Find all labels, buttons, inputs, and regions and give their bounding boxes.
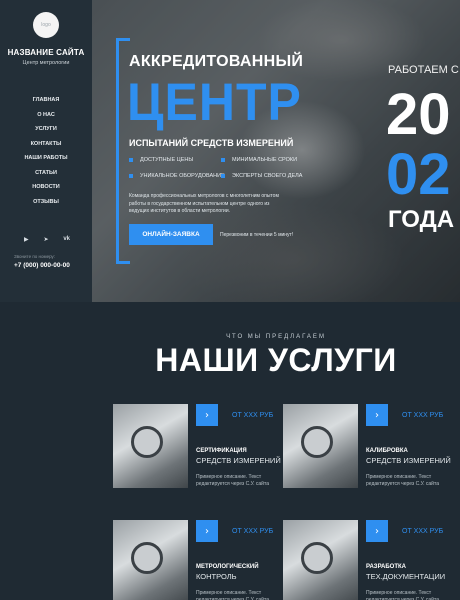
menu-item-articles[interactable]: СТАТЬИ (0, 169, 92, 184)
feature-label: ЭКСПЕРТЫ СВОЕГО ДЕЛА (232, 173, 303, 179)
service-description: Примерное описание. Текст редактируется … (196, 474, 269, 487)
hero-frame-line (116, 38, 120, 264)
works-since-label: РАБОТАЕМ С (388, 64, 459, 76)
hero-description: Команда профессиональных метрологов с мн… (129, 193, 279, 214)
bullet-icon (129, 157, 133, 162)
service-image (113, 520, 188, 600)
feature-label: УНИКАЛЬНОЕ ОБОРУДОВАНИЕ (140, 173, 225, 179)
online-request-button[interactable]: ОНЛАЙН-ЗАЯВКА (129, 224, 213, 245)
site-name: НАЗВАНИЕ САЙТА (7, 48, 85, 57)
years-word: ГОДА (388, 206, 455, 233)
chevron-right-icon[interactable]: › (196, 520, 218, 542)
feature-item: МИНИМАЛЬНЫЕ СРОКИ (221, 157, 297, 163)
social-links: ▶ ➤ vk (24, 236, 70, 243)
service-card[interactable]: › ОТ ХХХ РУБ РАЗРАБОТКА ТЕХ.ДОКУМЕНТАЦИИ… (283, 520, 446, 600)
service-title: КАЛИБРОВКА (366, 448, 408, 454)
site-subtitle: Центр метрологии (22, 60, 70, 66)
year-part2: 02 (386, 142, 451, 207)
hero-section: АККРЕДИТОВАННЫЙ ЦЕНТР ИСПЫТАНИЙ СРЕДСТВ … (92, 0, 460, 302)
chevron-right-icon[interactable]: › (366, 520, 388, 542)
menu-item-works[interactable]: НАШИ РАБОТЫ (0, 154, 92, 169)
service-card[interactable]: › ОТ ХХХ РУБ СЕРТИФИКАЦИЯ СРЕДСТВ ИЗМЕРЕ… (113, 404, 281, 504)
phone-number[interactable]: +7 (000) 000-00-00 (14, 262, 70, 269)
youtube-icon[interactable]: ▶ (24, 236, 29, 243)
menu-item-news[interactable]: НОВОСТИ (0, 183, 92, 198)
site-logo[interactable]: logo (33, 12, 59, 38)
service-subtitle: СРЕДСТВ ИЗМЕРЕНИЙ (366, 456, 451, 465)
service-subtitle: КОНТРОЛЬ (196, 572, 237, 581)
services-caption: ЧТО МЫ ПРЕДЛАГАЕМ (226, 334, 326, 340)
menu-item-contacts[interactable]: КОНТАКТЫ (0, 140, 92, 155)
phone-caption: Звоните по номеру: (14, 254, 56, 259)
feature-item: ДОСТУПНЫЕ ЦЕНЫ (129, 157, 193, 163)
service-price: ОТ ХХХ РУБ (402, 528, 444, 535)
hero-frame-top (116, 38, 130, 41)
chevron-right-icon[interactable]: › (196, 404, 218, 426)
service-title: РАЗРАБОТКА (366, 564, 407, 570)
hero-frame-bottom (116, 261, 130, 264)
menu-item-about[interactable]: О НАС (0, 111, 92, 126)
service-image (283, 520, 358, 600)
bullet-icon (221, 173, 225, 178)
bullet-icon (129, 173, 133, 178)
hero-title-line1: АККРЕДИТОВАННЫЙ (129, 53, 304, 70)
telegram-icon[interactable]: ➤ (43, 236, 48, 243)
service-card[interactable]: › ОТ ХХХ РУБ МЕТРОЛОГИЧЕСКИЙ КОНТРОЛЬ Пр… (113, 520, 273, 600)
service-image (113, 404, 188, 488)
service-image (283, 404, 358, 488)
service-description: Примерное описание. Текст редактируется … (366, 474, 439, 487)
service-description: Примерное описание. Текст редактируется … (196, 590, 269, 600)
callback-note: Перезвоним в течении 5 минут! (220, 232, 294, 238)
menu-item-services[interactable]: УСЛУГИ (0, 125, 92, 140)
main-menu: ГЛАВНАЯ О НАС УСЛУГИ КОНТАКТЫ НАШИ РАБОТ… (0, 96, 92, 212)
service-subtitle: СРЕДСТВ ИЗМЕРЕНИЙ (196, 456, 281, 465)
feature-item: УНИКАЛЬНОЕ ОБОРУДОВАНИЕ (129, 173, 225, 179)
service-title: МЕТРОЛОГИЧЕСКИЙ (196, 564, 259, 570)
hero-title-line2: ЦЕНТР (127, 72, 302, 132)
service-description: Примерное описание. Текст редактируется … (366, 590, 439, 600)
feature-label: МИНИМАЛЬНЫЕ СРОКИ (232, 157, 298, 163)
vk-icon[interactable]: vk (63, 236, 70, 243)
feature-label: ДОСТУПНЫЕ ЦЕНЫ (140, 157, 194, 163)
menu-item-reviews[interactable]: ОТЗЫВЫ (0, 198, 92, 213)
service-price: ОТ ХХХ РУБ (232, 412, 274, 419)
hero-subtitle: ИСПЫТАНИЙ СРЕДСТВ ИЗМЕРЕНИЙ (129, 138, 294, 148)
feature-item: ЭКСПЕРТЫ СВОЕГО ДЕЛА (221, 173, 302, 179)
service-price: ОТ ХХХ РУБ (232, 528, 274, 535)
service-card[interactable]: › ОТ ХХХ РУБ КАЛИБРОВКА СРЕДСТВ ИЗМЕРЕНИ… (283, 404, 451, 504)
bullet-icon (221, 157, 225, 162)
services-title: НАШИ УСЛУГИ (155, 342, 397, 378)
service-price: ОТ ХХХ РУБ (402, 412, 444, 419)
menu-item-home[interactable]: ГЛАВНАЯ (0, 96, 92, 111)
sidebar: logo НАЗВАНИЕ САЙТА Центр метрологии ГЛА… (0, 0, 92, 302)
year-part1: 20 (386, 82, 451, 147)
service-subtitle: ТЕХ.ДОКУМЕНТАЦИИ (366, 572, 446, 581)
service-title: СЕРТИФИКАЦИЯ (196, 448, 247, 454)
chevron-right-icon[interactable]: › (366, 404, 388, 426)
